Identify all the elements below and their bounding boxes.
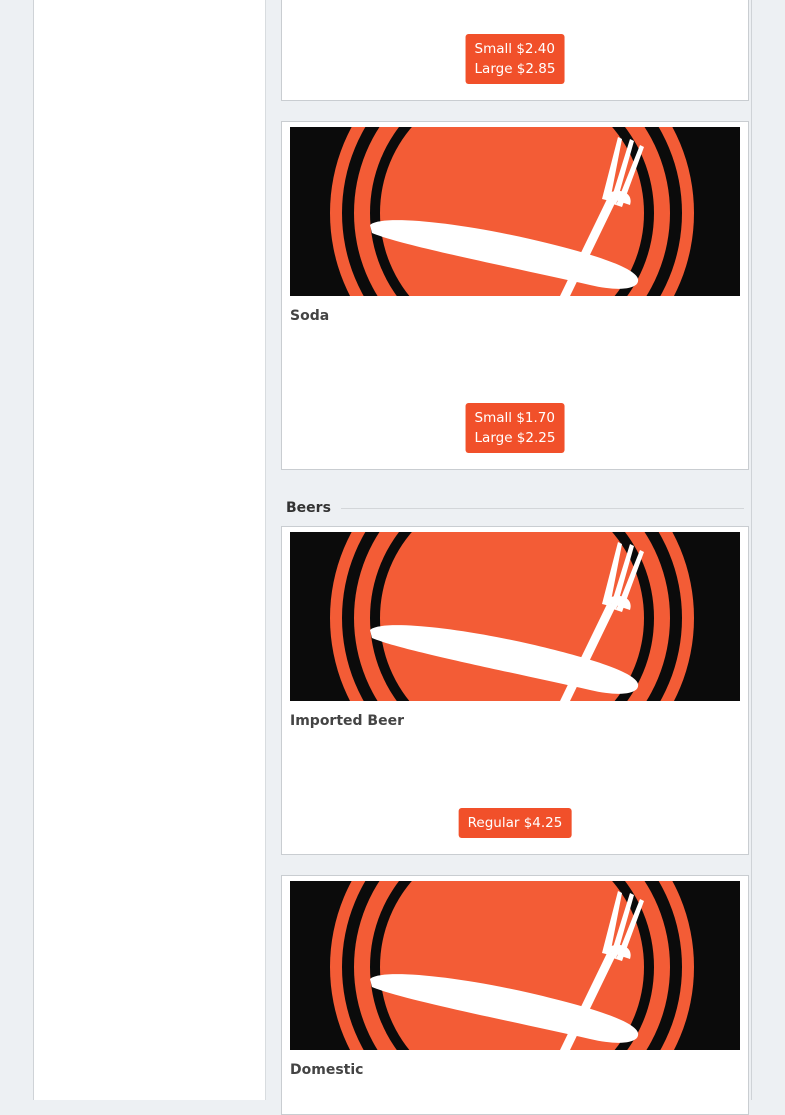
plate-fork-knife-logo-icon: [290, 881, 740, 1050]
section-title: Beers: [286, 498, 341, 518]
item-image[interactable]: [290, 881, 740, 1050]
price-option: Small $1.70: [474, 410, 555, 426]
menu-item-card: Soda Small $1.70 Large $2.25: [281, 121, 749, 470]
price-option: Large $2.25: [474, 430, 556, 446]
menu-item-card: Imported Beer Regular $4.25: [281, 526, 749, 855]
item-image[interactable]: [290, 127, 740, 296]
price-option: Regular $4.25: [467, 815, 563, 831]
right-edge-divider: [751, 0, 752, 1100]
plate-fork-knife-logo-icon: [290, 532, 740, 701]
menu-item-card: Domestic: [281, 875, 749, 1115]
plate-fork-knife-logo-icon: [290, 127, 740, 296]
left-sidebar: [33, 0, 266, 1100]
price-button[interactable]: Small $2.40 Large $2.85: [465, 34, 565, 84]
section-header-beers: Beers: [286, 498, 744, 518]
price-button[interactable]: Regular $4.25: [458, 808, 572, 838]
item-name: Imported Beer: [290, 713, 404, 729]
price-option: Large $2.85: [474, 61, 556, 77]
price-option: Small $2.40: [474, 41, 555, 57]
item-name: Soda: [290, 308, 330, 324]
item-name: Domestic: [290, 1062, 364, 1078]
item-image[interactable]: [290, 532, 740, 701]
section-divider: [286, 508, 744, 509]
menu-item-card: Small $2.40 Large $2.85: [281, 0, 749, 101]
price-button[interactable]: Small $1.70 Large $2.25: [465, 403, 565, 453]
